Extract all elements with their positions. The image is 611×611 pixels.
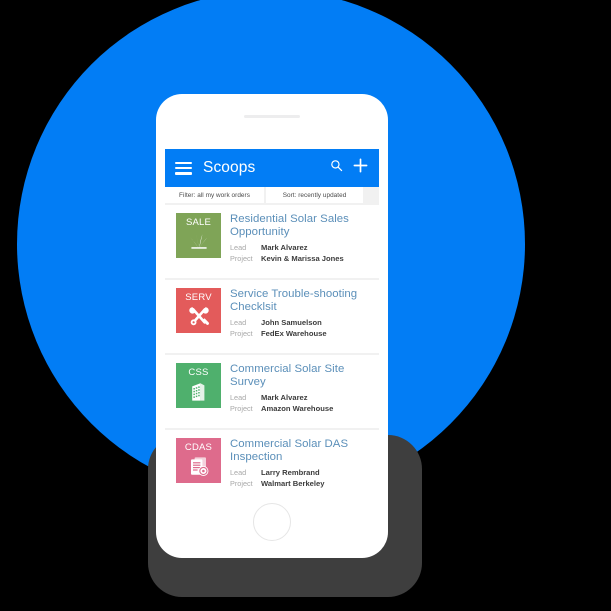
- work-order-card[interactable]: SERV Service Trouble-shooting Checklsit …: [165, 280, 379, 353]
- work-order-title: Commercial Solar DAS Inspection: [230, 438, 349, 464]
- lead-row: Lead John Samuelson: [230, 317, 369, 328]
- project-row: Project Walmart Berkeley: [230, 478, 369, 489]
- project-row: Project Amazon Warehouse: [230, 403, 369, 414]
- app-bar: Scoops: [165, 149, 379, 187]
- filter-sort-bar: Filter: all my work orders Sort: recentl…: [165, 187, 379, 203]
- tools-icon: [188, 306, 210, 331]
- project-value: Walmart Berkeley: [261, 479, 325, 489]
- work-order-badge: SERV: [176, 288, 221, 333]
- lead-value: Mark Alvarez: [261, 393, 308, 403]
- work-order-list: SALE Residential Solar Sales Opportunity…: [165, 203, 379, 494]
- lead-value: Mark Alvarez: [261, 243, 308, 253]
- badge-code: CDAS: [184, 442, 213, 453]
- lead-row: Lead Larry Rembrand: [230, 467, 369, 478]
- lead-label: Lead: [230, 318, 247, 328]
- grass-icon: [188, 231, 210, 254]
- badge-code: SERV: [185, 292, 212, 303]
- home-button[interactable]: [253, 503, 291, 541]
- badge-code: SALE: [185, 217, 212, 228]
- phone-mockup: Scoops Filter: all my work orders Sort: …: [156, 94, 388, 558]
- app-bar-actions: [330, 158, 368, 178]
- lead-label: Lead: [230, 393, 247, 403]
- project-label: Project: [230, 254, 253, 264]
- badge-code: CSS: [188, 367, 209, 378]
- search-icon[interactable]: [330, 159, 343, 177]
- project-value: Amazon Warehouse: [261, 404, 334, 414]
- sort-chip[interactable]: Sort: recently updated: [266, 187, 363, 203]
- work-order-meta: Lead Mark Alvarez Project Amazon Warehou…: [230, 392, 369, 414]
- project-value: FedEx Warehouse: [261, 329, 327, 339]
- work-order-details: Service Trouble-shooting Checklsit Lead …: [230, 288, 369, 345]
- lead-label: Lead: [230, 468, 247, 478]
- work-order-title: Commercial Solar Site Survey: [230, 363, 345, 389]
- work-order-title: Service Trouble-shooting Checklsit: [230, 288, 358, 314]
- phone-speaker-grille: [244, 115, 300, 118]
- lead-value: John Samuelson: [261, 318, 322, 328]
- work-order-meta: Lead Mark Alvarez Project Kevin & Mariss…: [230, 242, 369, 264]
- work-order-title: Residential Solar Sales Opportunity: [230, 213, 349, 239]
- project-row: Project Kevin & Marissa Jones: [230, 253, 369, 264]
- lead-row: Lead Mark Alvarez: [230, 392, 369, 403]
- project-value: Kevin & Marissa Jones: [261, 254, 344, 264]
- phone-screen: Scoops Filter: all my work orders Sort: …: [165, 149, 379, 494]
- project-row: Project FedEx Warehouse: [230, 328, 369, 339]
- building-icon: [189, 381, 209, 407]
- scene-stage: Scoops Filter: all my work orders Sort: …: [0, 0, 611, 611]
- lead-label: Lead: [230, 243, 247, 253]
- plus-icon[interactable]: [353, 158, 368, 178]
- work-order-card[interactable]: CDAS Commercial Solar DAS Inspection Lea…: [165, 430, 379, 494]
- lead-row: Lead Mark Alvarez: [230, 242, 369, 253]
- work-order-card[interactable]: CSS Commercial Solar Site Survey Lead Ma…: [165, 355, 379, 428]
- work-order-details: Residential Solar Sales Opportunity Lead…: [230, 213, 369, 270]
- work-order-badge: SALE: [176, 213, 221, 258]
- work-order-meta: Lead John Samuelson Project FedEx Wareho…: [230, 317, 369, 339]
- work-order-badge: CSS: [176, 363, 221, 408]
- document-inspect-icon: [188, 456, 210, 482]
- work-order-meta: Lead Larry Rembrand Project Walmart Berk…: [230, 467, 369, 489]
- project-label: Project: [230, 329, 253, 339]
- work-order-details: Commercial Solar Site Survey Lead Mark A…: [230, 363, 369, 420]
- lead-value: Larry Rembrand: [261, 468, 320, 478]
- work-order-badge: CDAS: [176, 438, 221, 483]
- project-label: Project: [230, 404, 253, 414]
- hamburger-icon[interactable]: [175, 161, 192, 175]
- filter-chip[interactable]: Filter: all my work orders: [165, 187, 264, 203]
- work-order-details: Commercial Solar DAS Inspection Lead Lar…: [230, 438, 369, 494]
- app-title: Scoops: [203, 159, 256, 176]
- project-label: Project: [230, 479, 253, 489]
- work-order-card[interactable]: SALE Residential Solar Sales Opportunity…: [165, 205, 379, 278]
